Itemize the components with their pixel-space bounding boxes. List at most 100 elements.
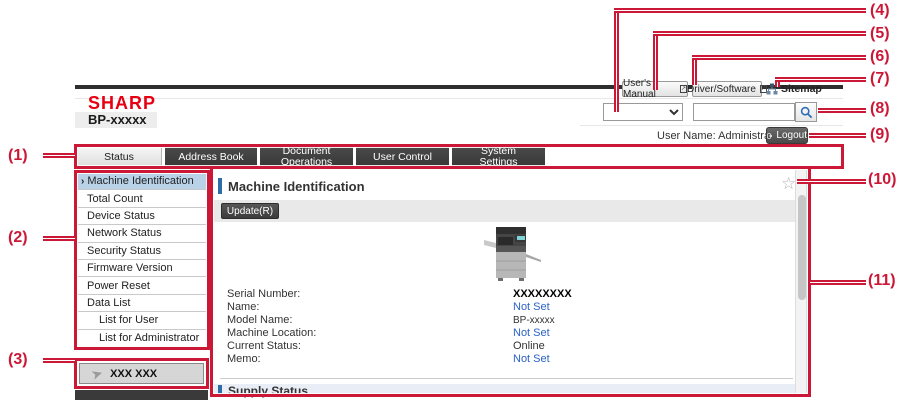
logout-label: Logout: [776, 130, 807, 141]
field-label: Model Name:: [227, 314, 293, 326]
callout-number-4: (4): [870, 2, 890, 19]
header-divider-top: [75, 98, 843, 99]
page-title: Machine Identification: [228, 179, 365, 194]
sidebar-item-label: Device Status: [87, 209, 155, 222]
users-manual-button[interactable]: User's Manual ↗: [622, 78, 688, 100]
sidebar-item-firmware-version[interactable]: Firmware Version: [77, 259, 208, 278]
callout-line-1: [43, 153, 75, 158]
callout-number-9: (9): [870, 126, 890, 143]
shortcut-arrow-icon: ➤: [90, 365, 104, 382]
sidebar-item-security-status[interactable]: Security Status: [77, 242, 208, 260]
callout-line-6: [692, 55, 866, 60]
update-button-label: Update(R): [226, 205, 274, 217]
driver-software-label: Driver/Software: [687, 83, 756, 95]
sitemap-label: Sitemap: [781, 83, 822, 95]
callout-line-4: [614, 8, 866, 13]
field-value-model-name: BP-xxxxx: [513, 315, 555, 326]
tab-label: Document Operations: [280, 145, 333, 168]
sharp-logo: SHARP: [88, 93, 157, 113]
search-icon: [800, 106, 812, 118]
shortcut-label: XXX XXX: [110, 367, 158, 380]
search-input[interactable]: [693, 103, 795, 121]
sidebar-item-power-reset[interactable]: Power Reset: [77, 277, 208, 295]
section-title-bar: [218, 385, 222, 394]
search-button[interactable]: [795, 102, 817, 122]
sidebar-item-network-status[interactable]: Network Status: [77, 225, 208, 243]
section-divider: [220, 378, 793, 379]
callout-number-3: (3): [8, 351, 28, 368]
sidebar-item-data-list[interactable]: Data List: [77, 294, 208, 313]
custom-link-button[interactable]: ➤ XXX XXX: [79, 363, 204, 384]
content-scrollbar[interactable]: [795, 170, 807, 394]
sidebar-item-label: Data List: [87, 296, 131, 309]
section-title-bar: [218, 178, 222, 194]
tab-label: User Control: [373, 150, 432, 163]
model-name-strip: BP-xxxxx: [75, 112, 157, 128]
tab-status[interactable]: Status: [76, 146, 162, 168]
sidebar-item-label: Security Status: [87, 244, 161, 257]
field-value-name[interactable]: Not Set: [513, 301, 550, 314]
user-name-label: User Name: Administrator: [657, 130, 783, 142]
callout-line-11: [810, 280, 866, 285]
tab-system-settings[interactable]: System Settings: [452, 146, 545, 168]
tab-label: Address Book: [178, 150, 244, 163]
logout-button[interactable]: Logout: [766, 127, 808, 144]
callout-number-7: (7): [870, 70, 890, 87]
update-button[interactable]: Update(R): [221, 203, 279, 219]
callout-line-8: [818, 108, 866, 113]
logout-icon: [767, 132, 773, 139]
model-name: BP-xxxxx: [88, 112, 147, 127]
callout-line-9: [809, 133, 866, 138]
field-label: Current Status:: [227, 340, 301, 352]
content-toolbar: [213, 200, 795, 222]
sidebar-item-list-for-user[interactable]: List for User: [77, 312, 208, 330]
sidebar-menu: › Machine Identification Total Count Dev…: [77, 173, 208, 347]
callout-number-11: (11): [868, 272, 896, 289]
active-item-bullet-icon: ›: [81, 175, 85, 187]
sidebar-item-label: Total Count: [87, 192, 143, 205]
header-divider-bottom: [580, 125, 843, 126]
scrollbar-thumb[interactable]: [797, 195, 806, 300]
sidebar-item-machine-identification[interactable]: › Machine Identification: [77, 173, 208, 191]
external-link-icon: ↗: [679, 85, 687, 93]
printer-image: [484, 227, 541, 281]
sitemap-icon: [766, 83, 778, 95]
callout-line-3: [43, 358, 75, 363]
sidebar-footer-band: [75, 390, 208, 400]
field-label: Serial Number:: [227, 288, 301, 300]
sidebar-item-label: Firmware Version: [87, 262, 173, 275]
supply-status-title: Supply Status: [228, 384, 309, 398]
field-value-memo[interactable]: Not Set: [513, 353, 550, 366]
field-value-serial-number: XXXXXXXX: [513, 288, 572, 300]
driver-software-button[interactable]: Driver/Software ↗: [687, 81, 767, 97]
callout-line-4: [614, 8, 619, 112]
sidebar-item-device-status[interactable]: Device Status: [77, 207, 208, 226]
callout-number-10: (10): [868, 171, 897, 188]
callout-number-5: (5): [870, 25, 890, 42]
tab-document-operations[interactable]: Document Operations: [260, 146, 353, 168]
screenshot-canvas: SHARP BP-xxxxx User's Manual ↗ Driver/So…: [0, 0, 911, 400]
sidebar-item-label: Network Status: [87, 227, 162, 240]
sidebar-item-label: Machine Identification: [87, 175, 194, 188]
sitemap-link[interactable]: Sitemap: [766, 81, 822, 97]
field-value-machine-location[interactable]: Not Set: [513, 327, 550, 340]
sidebar-item-label: Power Reset: [87, 279, 150, 292]
field-label: Memo:: [227, 353, 261, 365]
language-dropdown[interactable]: [603, 103, 683, 121]
callout-line-2: [43, 236, 75, 241]
callout-number-1: (1): [8, 147, 28, 164]
field-value-current-status: Online: [513, 340, 545, 352]
callout-number-8: (8): [870, 100, 890, 117]
favorite-star-icon[interactable]: ☆: [781, 175, 796, 192]
sidebar-item-total-count[interactable]: Total Count: [77, 190, 208, 208]
tab-user-control[interactable]: User Control: [356, 146, 449, 168]
tab-label: System Settings: [479, 145, 518, 168]
field-label: Machine Location:: [227, 327, 317, 339]
sidebar-item-list-for-administrator[interactable]: List for Administrator: [77, 329, 208, 347]
field-label: Name:: [227, 301, 260, 313]
sidebar-item-label: List for Administrator: [99, 331, 200, 344]
tab-address-book[interactable]: Address Book: [165, 146, 257, 168]
callout-number-2: (2): [8, 229, 28, 246]
users-manual-label: User's Manual: [623, 78, 656, 100]
callout-number-6: (6): [870, 48, 890, 65]
